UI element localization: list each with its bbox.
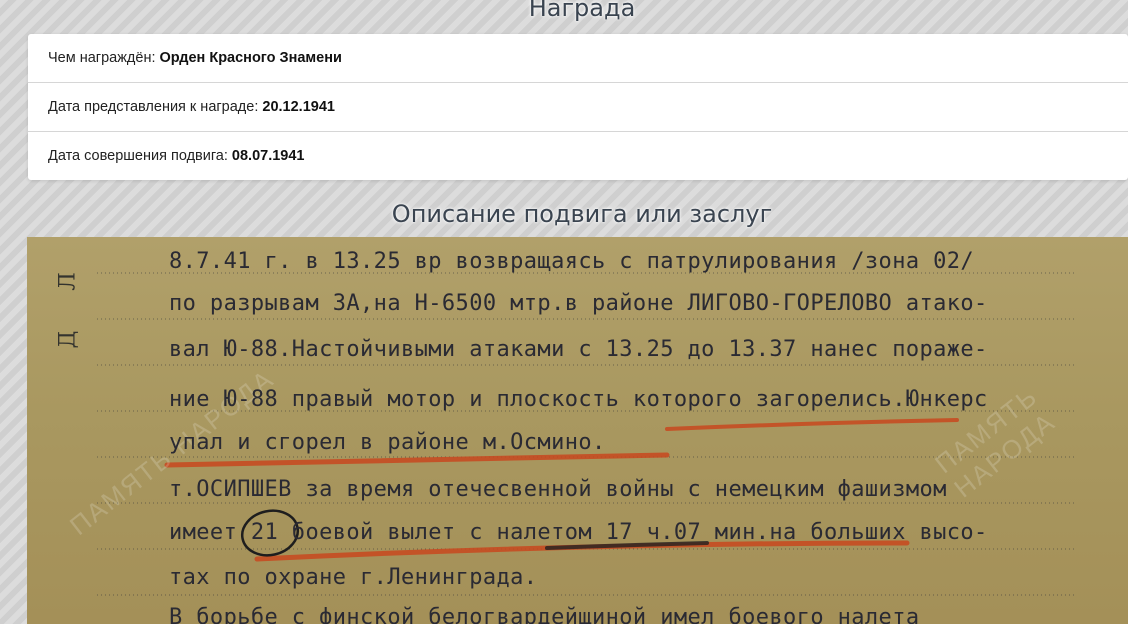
document-line-3: вал Ю-88.Настойчивыми атаками с 13.25 до…: [169, 337, 988, 362]
document-line-7: имеет 21 боевой вылет с налетом 17 ч.07 …: [169, 520, 988, 545]
feat-date-row: Дата совершения подвига: 08.07.1941: [28, 132, 1128, 180]
document-line-4: ние Ю-88 правый мотор и плоскость которо…: [169, 387, 988, 412]
award-details-card: Чем награждён: Орден Красного Знамени Да…: [28, 34, 1128, 180]
award-name-row: Чем награждён: Орден Красного Знамени: [28, 34, 1128, 83]
document-line-8: тах по охране г.Ленинграда.: [169, 565, 538, 590]
feat-date-label: Дата совершения подвига:: [48, 148, 232, 164]
award-section-title: Награда: [528, 0, 636, 22]
award-name-value: Орден Красного Знамени: [159, 50, 342, 66]
document-line-1: 8.7.41 г. в 13.25 вр возвращаясь с патру…: [169, 249, 975, 274]
submission-date-label: Дата представления к награде:: [48, 99, 263, 115]
document-line-5: упал и сгорел в районе м.Осмино.: [169, 430, 606, 455]
description-section-title: Описание подвига или заслуг: [391, 200, 773, 228]
feat-date-value: 08.07.1941: [231, 148, 305, 164]
document-line-6: т.ОСИПШЕВ за время отечесвенной войны с …: [169, 477, 947, 502]
margin-letter-2: Д: [55, 330, 81, 349]
document-line-9: В борьбе с финской белогвардейщиной имел…: [169, 605, 920, 624]
submission-date-row: Дата представления к награде: 20.12.1941: [28, 83, 1128, 132]
margin-letter-1: Л: [55, 272, 81, 291]
document-line-2: по разрывам ЗА,на Н-6500 мтр.в районе ЛИ…: [169, 291, 988, 316]
submission-date-value: 20.12.1941: [262, 99, 335, 115]
award-name-label: Чем награждён:: [48, 50, 160, 66]
archival-document-image[interactable]: Л Д ПАМЯТЬ НАРОДА ПАМЯТЬ НАРОДА 8.7.41 г…: [27, 237, 1128, 624]
red-underline-1: [665, 418, 959, 431]
